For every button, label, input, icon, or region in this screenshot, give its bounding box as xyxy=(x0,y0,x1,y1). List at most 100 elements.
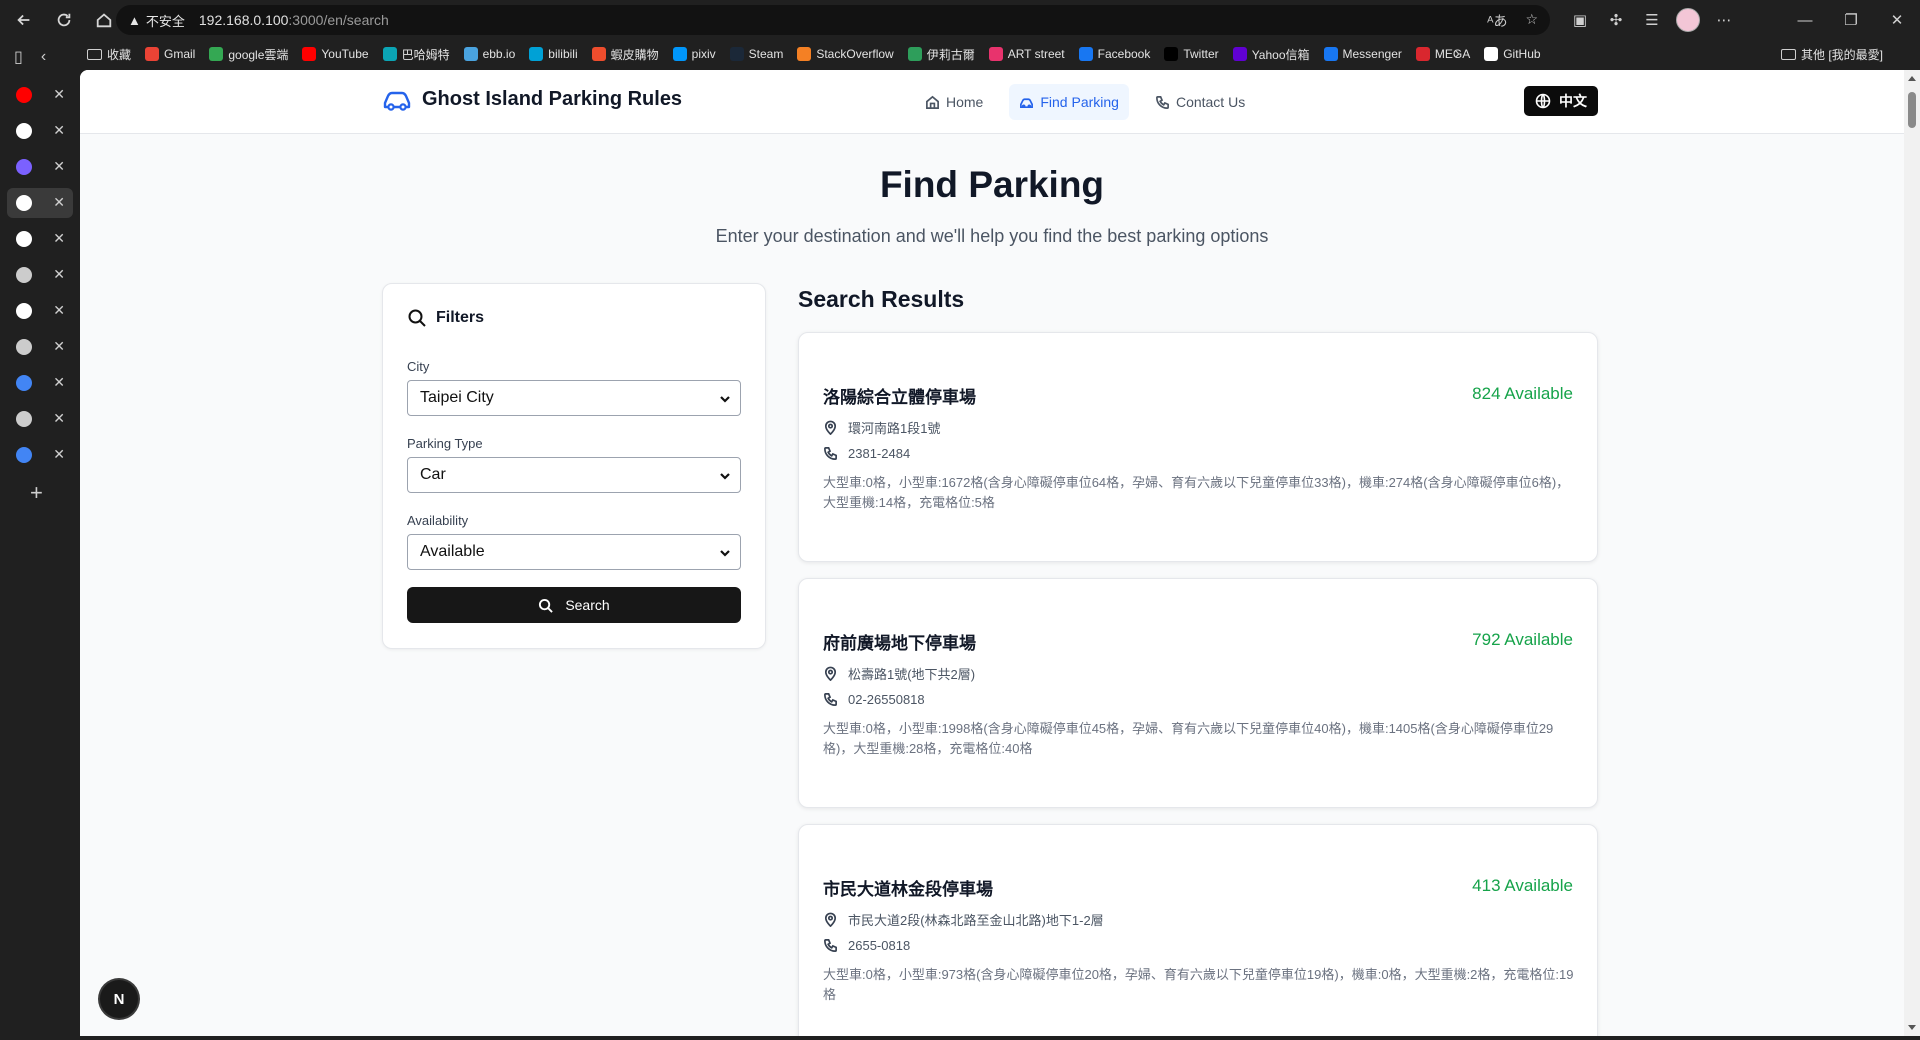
nav-find-parking[interactable]: Find Parking xyxy=(1009,84,1129,120)
bookmarks-bar: 收藏 Gmail google雲端 YouTube 巴哈姆特 ebb.io bilibili… xyxy=(80,40,1920,68)
close-window-icon[interactable]: ✕ xyxy=(1874,0,1920,40)
result-card[interactable]: 府前廣場地下停車場 792 Available 松壽路1號(地下共2層) 02-… xyxy=(798,578,1598,808)
scrollbar-thumb[interactable] xyxy=(1908,92,1916,128)
bookmark-item[interactable]: google雲端 xyxy=(202,42,295,66)
profile-avatar[interactable] xyxy=(1670,0,1706,40)
close-tab-icon[interactable]: ✕ xyxy=(53,446,65,463)
new-tab-plus-icon[interactable]: + xyxy=(30,480,80,506)
browser-tab[interactable]: ✕ xyxy=(7,260,73,290)
bookmark-item[interactable]: Twitter xyxy=(1157,42,1225,66)
close-tab-icon[interactable]: ✕ xyxy=(53,158,65,175)
nav-home[interactable]: Home xyxy=(915,84,993,120)
bookmark-item[interactable]: GitHub xyxy=(1477,42,1547,66)
map-pin-icon xyxy=(824,666,837,681)
phone-icon xyxy=(1155,95,1169,109)
close-tab-icon[interactable]: ✕ xyxy=(53,122,65,139)
eyny-icon xyxy=(907,47,922,61)
bookmark-item[interactable]: ART street xyxy=(982,42,1072,66)
bookmark-item[interactable]: StackOverflow xyxy=(790,42,900,66)
browser-tab[interactable]: ✕ xyxy=(7,404,73,434)
github-icon xyxy=(16,303,32,319)
bookmark-item[interactable]: YouTube xyxy=(295,42,375,66)
address-bar[interactable]: ▲ 不安全 192.168.0.100:3000/en/search ᴬあ ☆ xyxy=(116,5,1550,35)
browser-tab[interactable]: ✕ xyxy=(7,116,73,146)
browser-tab[interactable]: ✕ xyxy=(7,188,73,218)
security-warning[interactable]: ▲ 不安全 xyxy=(128,11,185,30)
search-button[interactable]: Search xyxy=(407,587,741,623)
result-card[interactable]: 市民大道林金段停車場 413 Available 市民大道2段(林森北路至金山北… xyxy=(798,824,1598,1036)
browser-tab[interactable]: ✕ xyxy=(7,80,73,110)
bookmark-item[interactable]: 巴哈姆特 xyxy=(376,42,457,66)
browser-tab[interactable]: ✕ xyxy=(7,224,73,254)
parking-name: 府前廣場地下停車場 xyxy=(823,634,976,653)
search-icon xyxy=(539,598,554,613)
copilot-icon xyxy=(16,159,32,175)
scroll-down-icon[interactable] xyxy=(1908,1025,1916,1030)
bookmark-item[interactable]: 伊莉古爾 xyxy=(901,42,982,66)
nextjs-dev-badge[interactable]: N xyxy=(100,980,138,1018)
map-pin-icon xyxy=(824,420,837,435)
folder-icon xyxy=(1780,48,1796,60)
city-select[interactable]: Taipei City xyxy=(407,380,741,416)
chevron-right-icon[interactable]: › xyxy=(1455,45,1460,63)
puzzle-icon[interactable]: ✣ xyxy=(1598,0,1634,40)
language-toggle-button[interactable]: 中文 xyxy=(1524,86,1598,116)
page-scrollbar[interactable] xyxy=(1904,70,1920,1036)
bookmark-item[interactable]: pixiv xyxy=(666,42,723,66)
site-brand[interactable]: Ghost Island Parking Rules xyxy=(382,88,682,111)
collapse-sidebar-icon[interactable]: ‹ xyxy=(41,48,46,66)
parking-name: 洛陽綜合立體停車場 xyxy=(823,388,976,407)
bookmark-item[interactable]: bilibili xyxy=(522,42,584,66)
bahamut-icon xyxy=(382,47,397,61)
result-card[interactable]: 洛陽綜合立體停車場 824 Available 環河南路1段1號 2381-24… xyxy=(798,332,1598,562)
url-text[interactable]: 192.168.0.100:3000/en/search xyxy=(199,12,389,28)
close-tab-icon[interactable]: ✕ xyxy=(53,194,65,211)
browser-tab[interactable]: ✕ xyxy=(7,368,73,398)
browser-tab[interactable]: ✕ xyxy=(7,440,73,470)
phone-icon xyxy=(824,939,837,952)
close-tab-icon[interactable]: ✕ xyxy=(53,374,65,391)
other-bookmarks-folder[interactable]: 其他 [我的最愛] xyxy=(1774,42,1890,66)
bookmark-item[interactable]: 蝦皮購物 xyxy=(585,42,666,66)
close-tab-icon[interactable]: ✕ xyxy=(53,266,65,283)
availability-select[interactable]: Available xyxy=(407,534,741,570)
bookmark-item[interactable]: Messenger xyxy=(1317,42,1409,66)
favorite-star-icon[interactable]: ☆ xyxy=(1525,11,1538,31)
back-icon[interactable] xyxy=(8,4,40,36)
bookmark-item[interactable]: ebb.io xyxy=(457,42,523,66)
availability-count: 413 Available xyxy=(1472,876,1573,895)
bookmark-item[interactable]: Yahoo信箱 xyxy=(1226,42,1317,66)
minimize-icon[interactable]: — xyxy=(1782,0,1828,40)
bookmark-item[interactable]: Facebook xyxy=(1072,42,1158,66)
close-tab-icon[interactable]: ✕ xyxy=(53,410,65,427)
read-aloud-icon[interactable]: ᴬあ xyxy=(1487,11,1507,31)
parking-name: 市民大道林金段停車場 xyxy=(823,880,993,899)
browser-tab[interactable]: ✕ xyxy=(7,296,73,326)
maximize-icon[interactable]: ❐ xyxy=(1828,0,1874,40)
browser-tab[interactable]: ✕ xyxy=(7,332,73,362)
phone-icon xyxy=(824,693,837,706)
bilibili-icon xyxy=(529,47,544,61)
shopee-icon xyxy=(591,47,606,61)
favorites-icon[interactable]: ☰ xyxy=(1634,0,1670,40)
tab-actions-icon[interactable]: ▯ xyxy=(14,47,23,67)
close-tab-icon[interactable]: ✕ xyxy=(53,338,65,355)
parking-phone: 2381-2484 xyxy=(823,446,910,461)
extension-icon[interactable]: ▣ xyxy=(1562,0,1598,40)
reload-icon[interactable] xyxy=(48,4,80,36)
more-menu-icon[interactable]: ⋯ xyxy=(1706,0,1742,40)
close-tab-icon[interactable]: ✕ xyxy=(53,86,65,103)
scroll-up-icon[interactable] xyxy=(1908,76,1916,81)
bookmark-item[interactable]: Gmail xyxy=(138,42,202,66)
close-tab-icon[interactable]: ✕ xyxy=(53,302,65,319)
parking-type-select[interactable]: Car xyxy=(407,457,741,493)
bookmark-item[interactable]: MEGA xyxy=(1409,42,1477,66)
facebook-icon xyxy=(1078,47,1093,61)
browser-tab[interactable]: ✕ xyxy=(7,152,73,182)
nav-contact-us[interactable]: Contact Us xyxy=(1145,84,1255,120)
phone-icon xyxy=(824,447,837,460)
bookmark-item[interactable]: 收藏 xyxy=(80,42,138,66)
close-tab-icon[interactable]: ✕ xyxy=(53,230,65,247)
tab-list: ✕ ✕ ✕ ✕ ✕ ✕ ✕ ✕ ✕ ✕ ✕ xyxy=(0,80,80,470)
bookmark-item[interactable]: Steam xyxy=(723,42,791,66)
